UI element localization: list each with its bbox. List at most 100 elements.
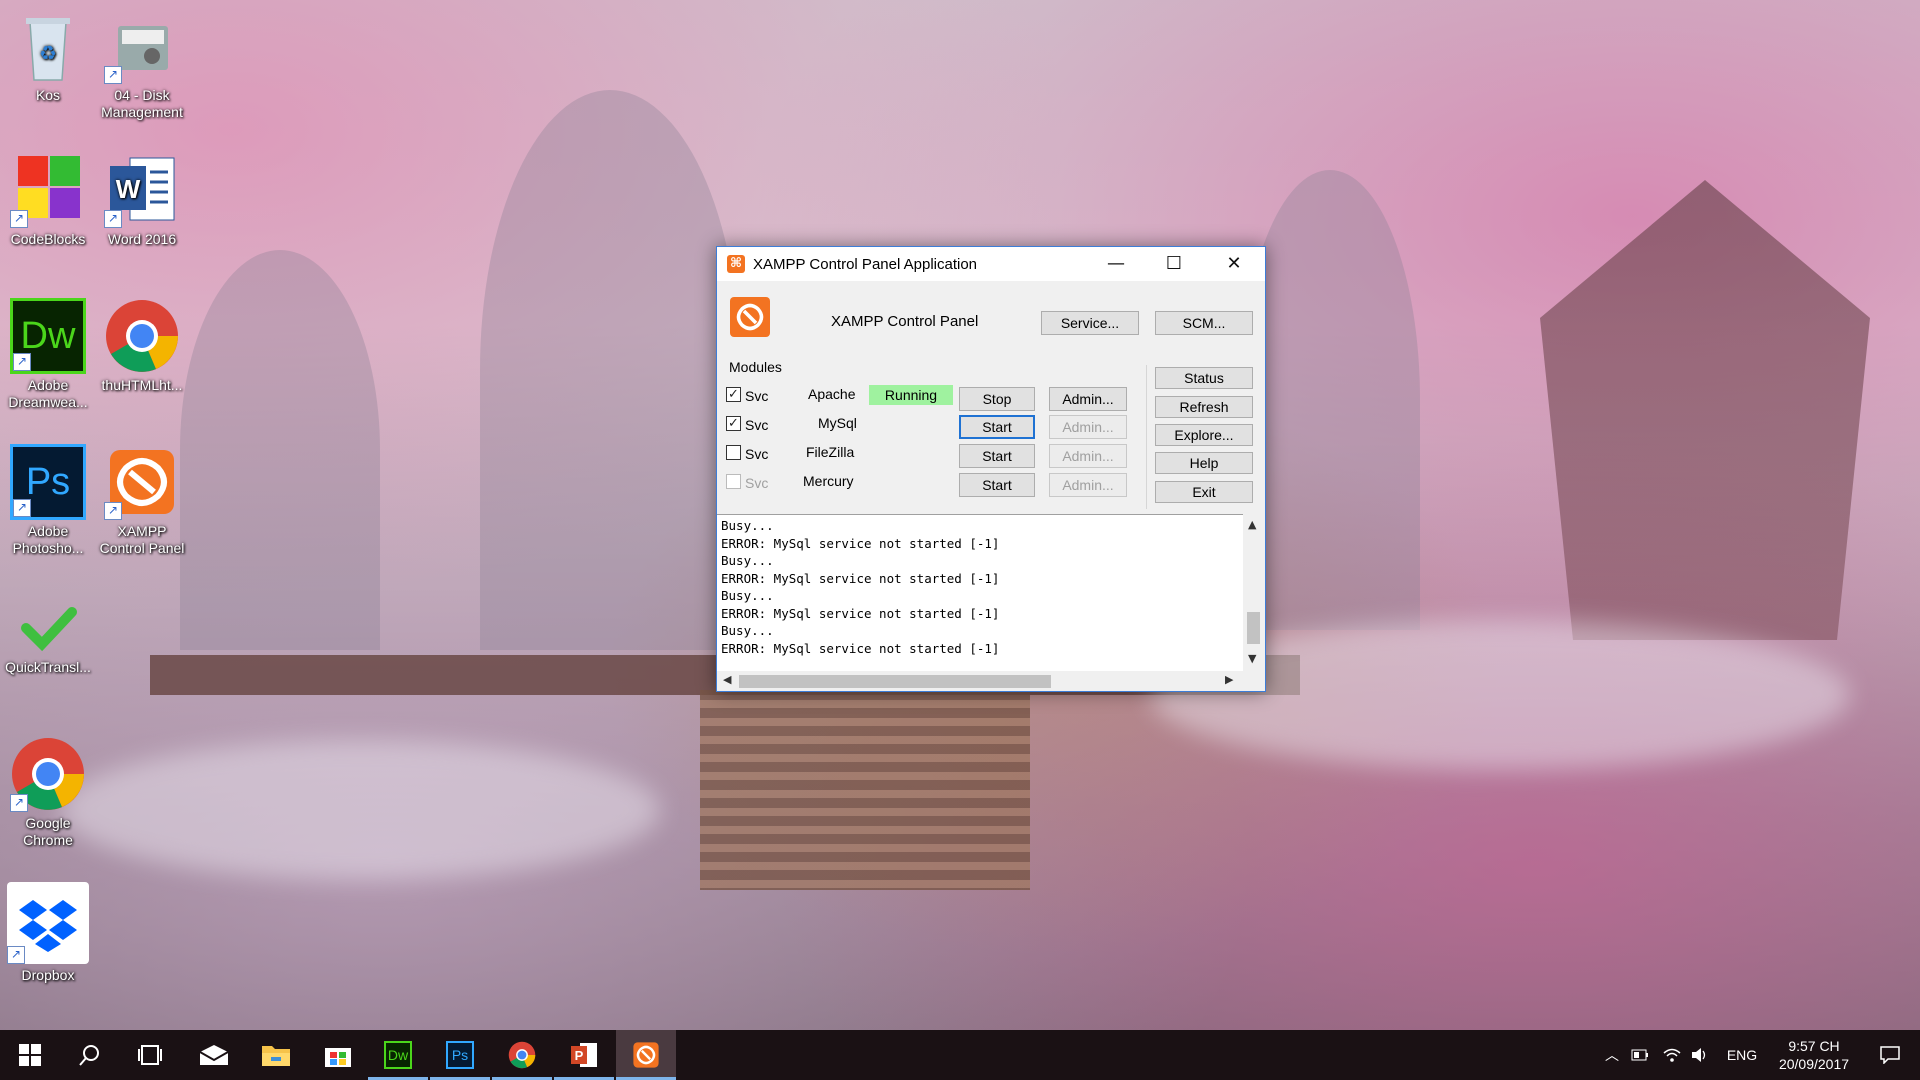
desktop-icon-label: XAMPP Control Panel (99, 523, 185, 556)
taskbar-mail[interactable] (184, 1030, 244, 1080)
svc-label: Svc (745, 417, 769, 433)
shortcut-arrow-icon: ↗ (104, 66, 122, 84)
start-button-filezilla[interactable]: Start (959, 444, 1035, 468)
taskbar-file-explorer[interactable] (246, 1030, 306, 1080)
folder-icon (262, 1046, 290, 1066)
word-icon: W ↗ (104, 152, 180, 228)
start-button[interactable] (0, 1030, 60, 1080)
taskbar-store[interactable] (308, 1030, 368, 1080)
maximize-button[interactable]: ☐ (1145, 247, 1203, 281)
taskbar-chrome[interactable] (492, 1030, 552, 1080)
dropbox-icon: ↗ (7, 882, 89, 964)
help-button[interactable]: Help (1155, 452, 1253, 474)
scroll-left-icon[interactable]: ◀ (723, 673, 731, 686)
svc-label: Svc (745, 388, 769, 404)
log-line: Busy... (721, 553, 774, 568)
clock-date: 20/09/2017 (1778, 1056, 1850, 1072)
scm-button[interactable]: SCM... (1155, 311, 1253, 335)
desktop-icon-recycle-bin[interactable]: ♻ Kos (2, 8, 94, 104)
language-indicator[interactable]: ENG (1722, 1030, 1762, 1080)
minimize-button[interactable]: — (1087, 247, 1145, 281)
desktop-icon-label: Google Chrome (23, 815, 73, 848)
desktop-icon-label: Adobe Dreamwea... (8, 377, 88, 410)
chrome-icon (104, 298, 180, 374)
taskbar-dreamweaver[interactable]: Dw (368, 1030, 428, 1080)
desktop-icon-google-chrome[interactable]: ↗ Google Chrome (2, 736, 94, 849)
taskbar-photoshop[interactable]: Ps (430, 1030, 490, 1080)
horizontal-scrollbar[interactable]: ◀ ▶ (717, 671, 1243, 691)
log-line: Busy... (721, 588, 774, 603)
desktop-icon-disk-management[interactable]: ↗ 04 - Disk Management (96, 8, 188, 121)
svc-checkbox-filezilla[interactable] (726, 445, 741, 460)
refresh-button[interactable]: Refresh (1155, 396, 1253, 418)
admin-button-mysql[interactable]: Admin... (1049, 415, 1127, 439)
desktop-icon-label: Adobe Photosho... (12, 523, 84, 556)
wifi-icon[interactable] (1660, 1030, 1684, 1080)
close-button[interactable]: ✕ (1205, 247, 1263, 281)
title-bar[interactable]: ⌘ XAMPP Control Panel Application — ☐ ✕ (717, 247, 1265, 281)
log-line: Busy... (721, 518, 774, 533)
photoshop-icon: Ps ↗ (10, 444, 86, 520)
svc-checkbox-mercury[interactable] (726, 474, 741, 489)
desktop-icon-dropbox[interactable]: ↗ Dropbox (2, 882, 94, 984)
desktop-icon-dreamweaver[interactable]: Dw ↗ Adobe Dreamwea... (2, 298, 94, 411)
svc-checkbox-apache[interactable]: ✓ (726, 387, 741, 402)
desktop-icon-word[interactable]: W ↗ Word 2016 (96, 152, 188, 248)
scrollbar-thumb[interactable] (1247, 612, 1260, 644)
exit-button[interactable]: Exit (1155, 481, 1253, 503)
window-title: XAMPP Control Panel Application (753, 255, 978, 273)
vertical-scrollbar[interactable]: ▲ ▼ (1243, 514, 1264, 674)
log-output[interactable]: Busy... ERROR: MySql service not started … (717, 514, 1243, 674)
desktop-icon-xampp[interactable]: ↗ XAMPP Control Panel (96, 444, 188, 557)
store-icon (325, 1048, 351, 1067)
taskbar-powerpoint[interactable]: P (554, 1030, 614, 1080)
svg-text:W: W (116, 174, 141, 204)
task-view-button[interactable] (120, 1030, 180, 1080)
mountain-decoration (480, 90, 740, 650)
svc-label: Svc (745, 446, 769, 462)
windows-icon (19, 1044, 41, 1066)
desktop-icon-label: Kos (35, 87, 61, 103)
admin-button-apache[interactable]: Admin... (1049, 387, 1127, 411)
module-name-mercury: Mercury (803, 473, 854, 489)
admin-button-mercury[interactable]: Admin... (1049, 473, 1127, 497)
explore-button[interactable]: Explore... (1155, 424, 1253, 446)
desktop-icon-chrome-thuhtml[interactable]: thuHTMLht... (96, 298, 188, 394)
panel-header: XAMPP Control Panel (831, 313, 979, 330)
notification-icon[interactable] (1868, 1030, 1912, 1080)
search-button[interactable] (60, 1030, 120, 1080)
taskbar-xampp[interactable] (616, 1030, 676, 1080)
start-button-mercury[interactable]: Start (959, 473, 1035, 497)
desktop-icon-quicktranslate[interactable]: QuickTransl... (2, 600, 94, 676)
svc-checkbox-mysql[interactable]: ✓ (726, 416, 741, 431)
status-button[interactable]: Status (1155, 367, 1253, 389)
scroll-up-icon[interactable]: ▲ (1248, 518, 1256, 531)
taskbar: Dw Ps P ︿ ENG 9:57 CH 20/09/2017 (0, 1030, 1920, 1080)
shortcut-arrow-icon: ↗ (13, 499, 31, 517)
desktop-icon-codeblocks[interactable]: ↗ CodeBlocks (2, 152, 94, 248)
shortcut-arrow-icon: ↗ (104, 502, 122, 520)
scrollbar-thumb[interactable] (739, 675, 1051, 688)
battery-icon[interactable] (1628, 1030, 1652, 1080)
module-name-apache: Apache (808, 386, 856, 402)
shortcut-arrow-icon: ↗ (13, 353, 31, 371)
svg-text:♻: ♻ (39, 43, 57, 65)
xampp-icon (633, 1042, 659, 1068)
stop-button-apache[interactable]: Stop (959, 387, 1035, 411)
xampp-logo-icon (730, 297, 770, 337)
start-button-mysql[interactable]: Start (959, 415, 1035, 439)
clock[interactable]: 9:57 CH 20/09/2017 (1764, 1030, 1864, 1080)
log-line: ERROR: MySql service not started [-1] (721, 570, 1000, 586)
mountain-decoration (1240, 170, 1420, 630)
xampp-window[interactable]: ⌘ XAMPP Control Panel Application — ☐ ✕ … (716, 246, 1266, 692)
service-button[interactable]: Service... (1041, 311, 1139, 335)
shortcut-arrow-icon: ↗ (7, 946, 25, 964)
search-icon (79, 1045, 99, 1066)
desktop-icon-photoshop[interactable]: Ps ↗ Adobe Photosho... (2, 444, 94, 557)
scroll-down-icon[interactable]: ▼ (1248, 652, 1256, 665)
recycle-bin-icon: ♻ (10, 8, 86, 84)
show-hidden-icons-chevron-icon[interactable]: ︿ (1600, 1030, 1624, 1080)
admin-button-filezilla[interactable]: Admin... (1049, 444, 1127, 468)
volume-icon[interactable] (1688, 1030, 1712, 1080)
scroll-right-icon[interactable]: ▶ (1225, 673, 1233, 686)
